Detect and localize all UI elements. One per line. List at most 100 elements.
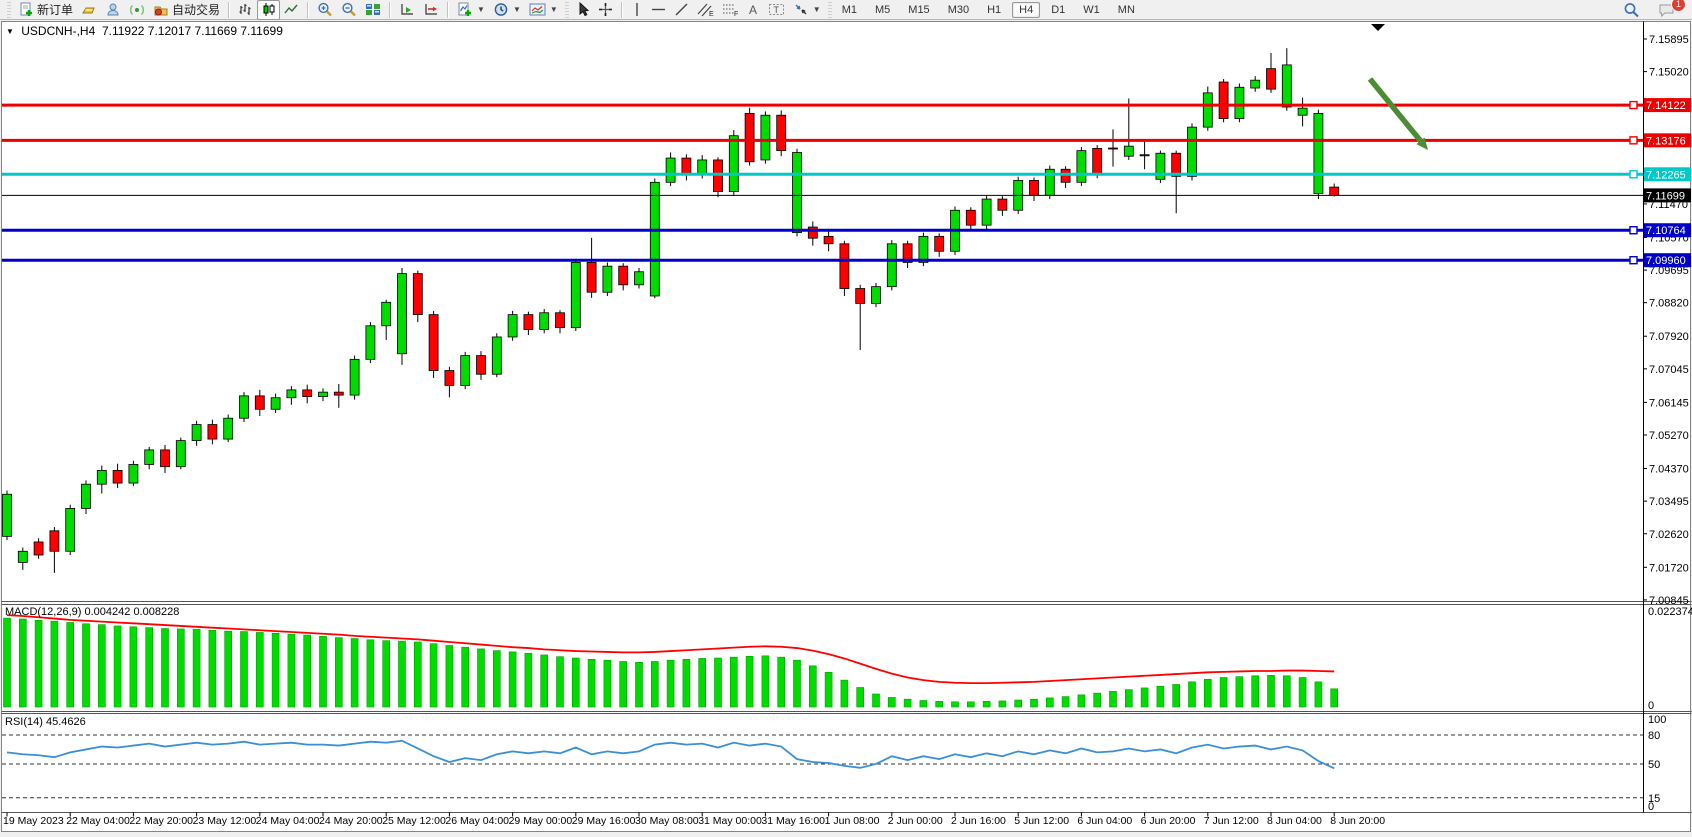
line-end-marker[interactable] <box>1630 227 1637 234</box>
autotrading-button[interactable]: 自动交易 <box>149 0 224 20</box>
macd-histogram-bar <box>383 641 390 707</box>
macd-histogram-bar <box>904 699 911 707</box>
macd-histogram-bar <box>1331 689 1338 707</box>
tile-windows-button[interactable] <box>361 0 385 20</box>
terminal-button[interactable] <box>101 0 125 20</box>
candlestick <box>334 392 343 395</box>
macd-histogram-bar <box>399 641 406 707</box>
periods-dropdown-arrow[interactable]: ▼ <box>513 5 521 14</box>
symbol-dropdown-arrow[interactable]: ▼ <box>6 27 14 36</box>
fibonacci-button[interactable]: F <box>718 0 743 20</box>
time-axis[interactable]: 19 May 202322 May 04:0022 May 20:0023 Ma… <box>3 813 1385 828</box>
timeframe-button-h1[interactable]: H1 <box>980 2 1008 18</box>
time-tick-label: 26 May 04:00 <box>445 815 509 827</box>
timeframe-button-m15[interactable]: M15 <box>901 2 936 18</box>
macd-histogram-bar <box>4 618 11 707</box>
toolbar-grip[interactable] <box>828 2 832 18</box>
templates-button[interactable]: ▼ <box>525 0 562 20</box>
macd-histogram-bar <box>999 701 1006 707</box>
toolbar-grip[interactable] <box>7 2 11 18</box>
crosshair-button[interactable] <box>594 0 617 20</box>
candlestick <box>729 136 738 192</box>
macd-histogram-bar <box>1315 682 1322 707</box>
time-tick-label: 24 May 04:00 <box>256 815 320 827</box>
macd-histogram-bar <box>920 700 927 707</box>
equidistant-channel-button[interactable]: E <box>693 0 718 20</box>
trendline-icon <box>674 2 689 17</box>
chart-shift-button[interactable] <box>419 0 443 20</box>
macd-histogram-bar <box>604 660 611 707</box>
line-end-marker[interactable] <box>1630 137 1637 144</box>
arrows-button[interactable]: ▼ <box>789 0 825 20</box>
periods-button[interactable]: ▼ <box>489 0 525 20</box>
timeframe-button-w1[interactable]: W1 <box>1076 2 1107 18</box>
macd-histogram-bar <box>1031 699 1038 707</box>
autotrading-icon <box>153 2 169 17</box>
bar-chart-button[interactable] <box>234 0 257 20</box>
macd-histogram-bar <box>83 624 90 707</box>
line-end-marker[interactable] <box>1630 257 1637 264</box>
text-button[interactable]: A <box>743 0 764 20</box>
line-chart-button[interactable] <box>280 0 303 20</box>
candlestick <box>255 396 264 409</box>
svg-text:T: T <box>773 5 779 15</box>
timeframe-button-m1[interactable]: M1 <box>835 2 864 18</box>
vertical-line-button[interactable] <box>627 0 647 20</box>
text-label-button[interactable]: T <box>764 0 789 20</box>
toolbar-grip[interactable] <box>565 2 569 18</box>
timeframe-button-m30[interactable]: M30 <box>941 2 976 18</box>
candlestick <box>1188 127 1197 176</box>
trendline-button[interactable] <box>670 0 693 20</box>
rsi-axis-label: 0 <box>1648 801 1654 813</box>
notifications-button[interactable]: 1 <box>1654 0 1680 20</box>
cursor-button[interactable] <box>572 0 594 20</box>
templates-dropdown-arrow[interactable]: ▼ <box>550 5 558 14</box>
candlestick <box>698 160 707 175</box>
candlestick <box>303 390 312 397</box>
new-order-label: 新订单 <box>37 1 73 18</box>
line-chart-icon <box>284 2 299 17</box>
timeframe-button-m5[interactable]: M5 <box>868 2 897 18</box>
price-tick-label: 7.07045 <box>1649 364 1689 376</box>
candlestick-chart-button[interactable] <box>257 0 280 20</box>
signal-button[interactable] <box>125 0 149 20</box>
timeframe-button-d1[interactable]: D1 <box>1044 2 1072 18</box>
macd-histogram-bar <box>162 629 169 707</box>
candlestick <box>145 450 154 465</box>
candlestick <box>82 484 91 508</box>
autotrading-label: 自动交易 <box>172 1 220 18</box>
indicators-button[interactable]: ▼ <box>453 0 489 20</box>
price-tick-label: 7.08820 <box>1649 298 1689 310</box>
line-end-marker[interactable] <box>1630 171 1637 178</box>
macd-histogram-bar <box>193 629 200 707</box>
candlestick <box>1140 155 1149 156</box>
arrows-dropdown-arrow[interactable]: ▼ <box>813 5 821 14</box>
timeframe-button-h4[interactable]: H4 <box>1012 2 1040 18</box>
toolbar-right-group: 1 <box>1619 0 1688 20</box>
new-order-icon <box>18 2 34 17</box>
candlestick <box>113 470 122 483</box>
macd-histogram-bar <box>288 634 295 707</box>
new-order-button[interactable]: 新订单 <box>14 0 77 20</box>
auto-scroll-button[interactable] <box>395 0 419 20</box>
zoom-in-button[interactable] <box>313 0 337 20</box>
timeframe-button-mn[interactable]: MN <box>1111 2 1142 18</box>
quotes-button[interactable] <box>77 0 101 20</box>
macd-histogram-bar <box>1015 700 1022 707</box>
search-button[interactable] <box>1619 0 1644 20</box>
candlestick <box>1235 87 1244 118</box>
indicators-dropdown-arrow[interactable]: ▼ <box>477 5 485 14</box>
candlestick <box>176 441 185 467</box>
time-tick-label: 30 May 08:00 <box>635 815 699 827</box>
candlestick <box>97 470 106 484</box>
horizontal-line-button[interactable] <box>647 0 670 20</box>
macd-histogram-bar <box>256 632 263 707</box>
mt4-terminal: 新订单 自动交易 <box>0 0 1692 837</box>
candlestick <box>1124 146 1133 156</box>
candlestick <box>1330 187 1339 195</box>
time-tick-label: 29 May 00:00 <box>509 815 573 827</box>
chart-window[interactable]: 0.0223740 1008050150 7.158957.150207.114… <box>0 0 1692 837</box>
macd-histogram-bar <box>493 651 500 707</box>
line-end-marker[interactable] <box>1630 102 1637 109</box>
zoom-out-button[interactable] <box>337 0 361 20</box>
